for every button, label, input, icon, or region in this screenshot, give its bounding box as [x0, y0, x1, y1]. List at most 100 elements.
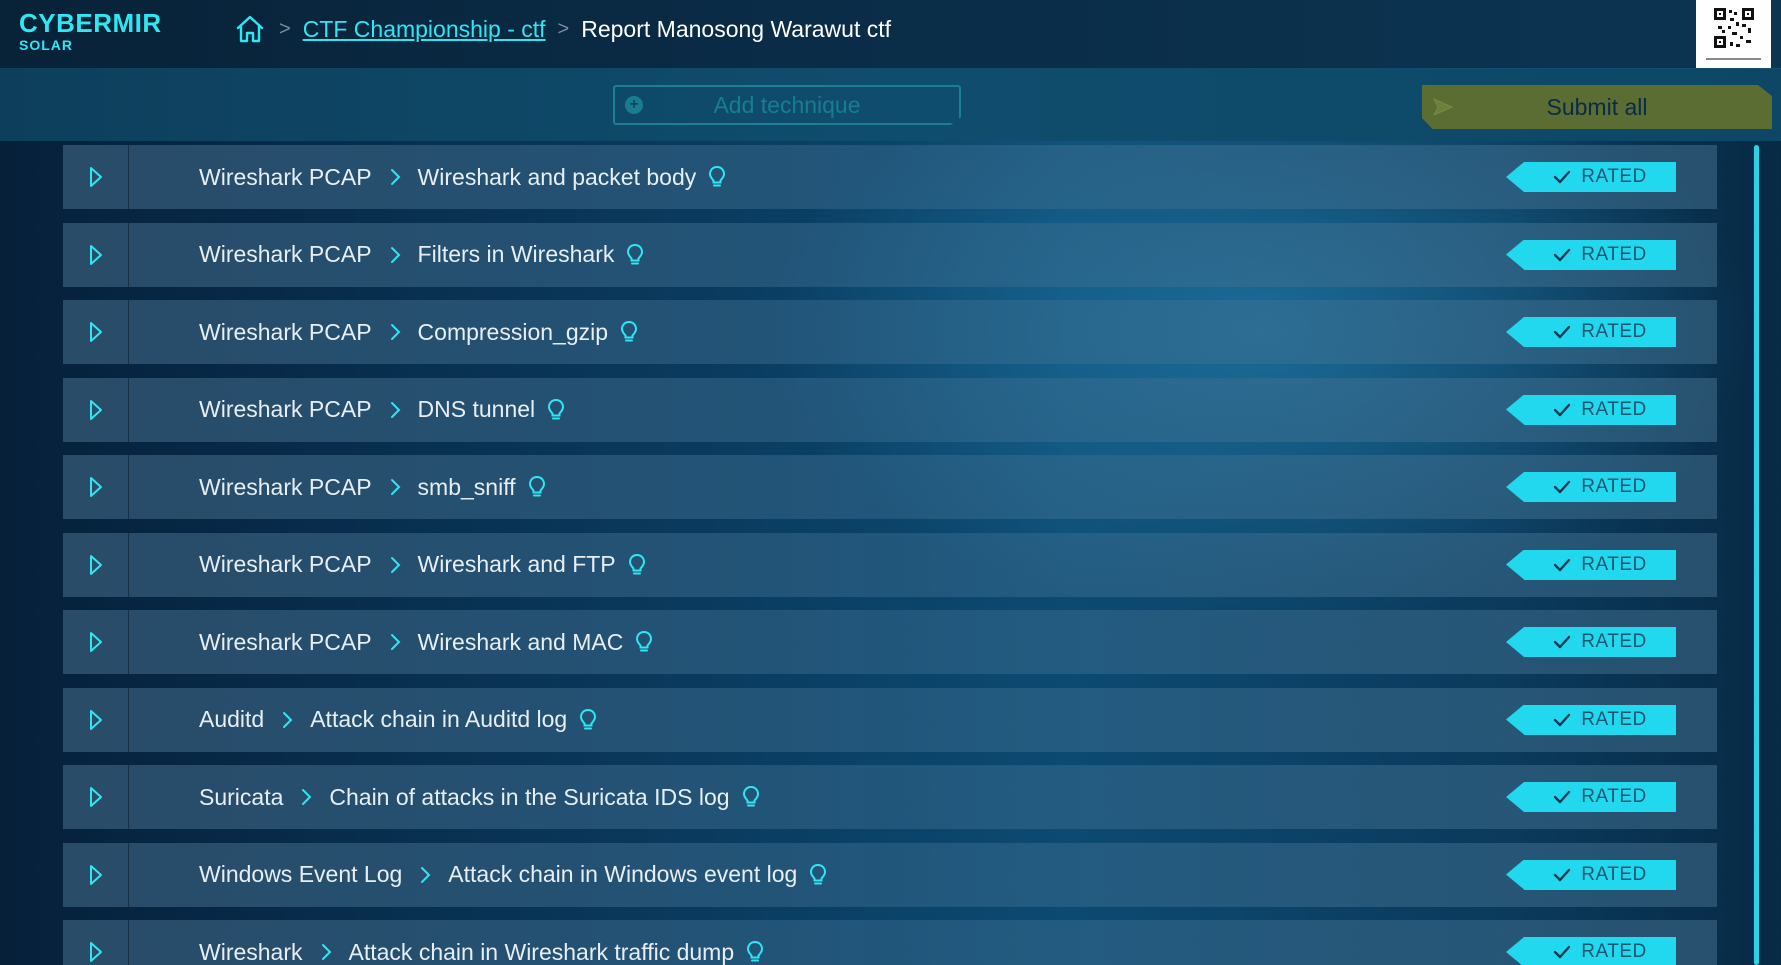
technique-row[interactable]: Wireshark PCAP Wireshark and FTP RATED	[63, 532, 1717, 597]
technique-row[interactable]: Wireshark PCAP smb_sniff RATED	[63, 455, 1717, 519]
badge-arrow	[1506, 549, 1524, 580]
chevron-right-icon	[390, 246, 400, 263]
chevron-right-icon	[390, 556, 400, 573]
technique-row[interactable]: Wireshark PCAP Filters in Wireshark RATE…	[63, 222, 1717, 287]
expand-toggle[interactable]	[63, 765, 129, 829]
status-label: RATED	[1581, 708, 1647, 730]
caret-right-icon	[89, 477, 102, 497]
technique-name[interactable]: Chain of attacks in the Suricata IDS log	[329, 784, 729, 811]
technique-row[interactable]: Wireshark Attack chain in Wireshark traf…	[63, 920, 1717, 965]
status-badge: RATED	[1506, 549, 1676, 580]
technique-category: Suricata	[199, 783, 284, 810]
status-badge: RATED	[1506, 472, 1676, 502]
badge-body: RATED	[1524, 859, 1676, 890]
chevron-right-icon	[390, 401, 400, 418]
technique-row[interactable]: Suricata Chain of attacks in the Suricat…	[63, 765, 1717, 829]
row-content: Wireshark Attack chain in Wireshark traf…	[199, 939, 764, 965]
scrollbar[interactable]	[1754, 145, 1759, 965]
submit-all-button[interactable]: Submit all	[1422, 85, 1772, 129]
lightbulb-icon[interactable]	[626, 243, 644, 267]
expand-toggle[interactable]	[63, 920, 129, 965]
technique-name[interactable]: Attack chain in Wireshark traffic dump	[349, 939, 735, 965]
submit-all-label: Submit all	[1546, 93, 1648, 120]
row-content: Wireshark PCAP Wireshark and FTP	[199, 551, 646, 578]
technique-category: Wireshark PCAP	[199, 396, 372, 422]
row-content: Wireshark PCAP Filters in Wireshark	[199, 241, 644, 268]
check-icon	[1554, 635, 1571, 649]
technique-name[interactable]: smb_sniff	[418, 474, 516, 501]
add-technique-label: Add technique	[713, 91, 861, 118]
badge-arrow	[1506, 394, 1524, 425]
lightbulb-icon[interactable]	[628, 553, 646, 577]
row-content: Wireshark PCAP DNS tunnel	[199, 396, 565, 423]
expand-toggle[interactable]	[63, 455, 129, 519]
lightbulb-icon[interactable]	[620, 320, 638, 344]
home-icon[interactable]	[233, 12, 267, 46]
technique-name[interactable]: Wireshark and MAC	[418, 629, 624, 656]
technique-category: Wireshark PCAP	[199, 628, 372, 655]
technique-category: Windows Event Log	[199, 861, 403, 887]
add-technique-button[interactable]: + Add technique	[613, 85, 961, 125]
expand-toggle[interactable]	[63, 377, 129, 442]
lightbulb-icon[interactable]	[742, 785, 760, 809]
caret-right-icon	[89, 942, 102, 962]
check-icon	[1554, 713, 1571, 726]
technique-name[interactable]: Attack chain in Windows event log	[448, 861, 797, 888]
expand-toggle[interactable]	[63, 222, 129, 287]
row-content: Wireshark PCAP Compression_gzip	[199, 319, 638, 346]
expand-toggle[interactable]	[63, 532, 129, 597]
row-content: Windows Event Log Attack chain in Window…	[199, 861, 827, 888]
lightbulb-icon[interactable]	[579, 708, 597, 732]
technique-row[interactable]: Wireshark PCAP Wireshark and MAC RATED	[63, 610, 1717, 674]
technique-row[interactable]: Wireshark PCAP Wireshark and packet body…	[63, 145, 1717, 209]
technique-name[interactable]: Compression_gzip	[418, 319, 608, 346]
technique-row[interactable]: Wireshark PCAP Compression_gzip RATED	[63, 300, 1717, 364]
badge-body: RATED	[1524, 317, 1676, 347]
caret-right-icon	[89, 632, 102, 652]
technique-name[interactable]: Wireshark and packet body	[418, 164, 697, 191]
badge-body: RATED	[1524, 472, 1676, 502]
badge-body: RATED	[1524, 549, 1676, 580]
top-header: CYBERMIR SOLAR > CTF Championship - ctf …	[0, 0, 1781, 69]
lightbulb-icon[interactable]	[809, 863, 827, 887]
status-label: RATED	[1581, 631, 1647, 652]
technique-name[interactable]: Wireshark and FTP	[418, 551, 616, 578]
lightbulb-icon[interactable]	[708, 165, 726, 189]
expand-toggle[interactable]	[63, 842, 129, 907]
status-badge: RATED	[1506, 937, 1676, 965]
chevron-right-icon	[321, 944, 331, 960]
badge-body: RATED	[1524, 782, 1676, 812]
expand-toggle[interactable]	[63, 300, 129, 364]
technique-name[interactable]: Attack chain in Auditd log	[310, 706, 567, 733]
technique-list: Wireshark PCAP Wireshark and packet body…	[63, 145, 1717, 965]
logo-title: CYBERMIR	[19, 8, 162, 38]
chevron-right-icon	[390, 169, 400, 185]
lightbulb-icon[interactable]	[635, 630, 653, 654]
breadcrumb-separator: >	[279, 17, 291, 40]
technique-category: Wireshark PCAP	[199, 551, 372, 577]
lightbulb-icon[interactable]	[528, 475, 546, 499]
lightbulb-icon[interactable]	[746, 940, 764, 964]
expand-toggle[interactable]	[63, 145, 129, 209]
technique-row[interactable]: Wireshark PCAP DNS tunnel RATED	[63, 377, 1717, 442]
status-badge: RATED	[1506, 317, 1676, 347]
technique-name[interactable]: DNS tunnel	[418, 396, 536, 423]
status-label: RATED	[1581, 786, 1647, 807]
caret-right-icon	[89, 322, 102, 342]
expand-toggle[interactable]	[63, 687, 129, 752]
technique-name[interactable]: Filters in Wireshark	[418, 241, 615, 268]
check-icon	[1554, 480, 1571, 494]
technique-category: Wireshark PCAP	[199, 318, 372, 345]
lightbulb-icon[interactable]	[547, 398, 565, 422]
status-badge: RATED	[1506, 239, 1676, 270]
toolbar: + Add technique Submit all	[0, 69, 1781, 141]
technique-row[interactable]: Windows Event Log Attack chain in Window…	[63, 842, 1717, 907]
status-label: RATED	[1581, 398, 1647, 420]
badge-arrow	[1506, 317, 1524, 347]
qr-code-icon	[1706, 8, 1761, 60]
breadcrumb-link[interactable]: CTF Championship - ctf	[303, 16, 546, 43]
breadcrumb: > CTF Championship - ctf > Report Manoso…	[233, 12, 891, 46]
expand-toggle[interactable]	[63, 610, 129, 674]
technique-row[interactable]: Auditd Attack chain in Auditd log RATED	[63, 687, 1717, 752]
logo[interactable]: CYBERMIR SOLAR	[19, 9, 162, 53]
